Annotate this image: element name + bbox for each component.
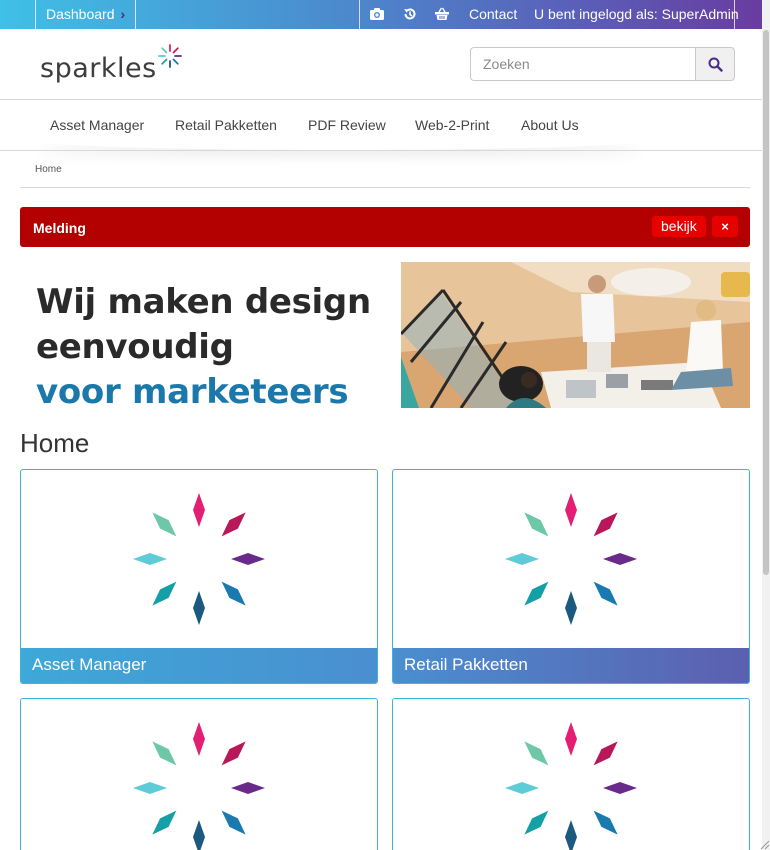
nav-item-about-us[interactable]: About Us <box>521 117 579 133</box>
tile-3[interactable] <box>20 698 378 850</box>
search-bar <box>470 47 735 81</box>
nav-item-asset-manager[interactable]: Asset Manager <box>50 117 144 133</box>
dashboard-link[interactable]: Dashboard › <box>46 0 125 29</box>
topbar-divider <box>734 0 735 29</box>
tile-label: Asset Manager <box>21 648 377 683</box>
sparkle-star-icon <box>158 44 182 68</box>
tile-asset-manager[interactable]: Asset Manager <box>20 469 378 684</box>
sparkle-burst-icon <box>133 493 265 625</box>
page-scrollbar[interactable] <box>762 0 770 850</box>
basket-icon[interactable] <box>434 6 450 22</box>
page-title: Home <box>20 428 90 458</box>
nav-item-pdf-review[interactable]: PDF Review <box>308 117 386 133</box>
dashboard-label: Dashboard <box>46 6 115 22</box>
hero-line-1: Wij maken design <box>36 282 371 322</box>
logged-in-user[interactable]: U bent ingelogd als: SuperAdmin <box>534 0 739 29</box>
top-bar: Dashboard › Contact U bent ingelogd als: … <box>0 0 770 29</box>
scrollbar-thumb[interactable] <box>763 30 769 575</box>
topbar-divider <box>135 0 136 29</box>
notification-title: Melding <box>33 220 86 236</box>
topbar-divider <box>35 0 36 29</box>
hero-office-photo <box>401 262 750 408</box>
hero-line-2: eenvoudig <box>36 327 234 367</box>
logo-text: sparkles <box>40 53 157 84</box>
tile-4[interactable] <box>392 698 750 850</box>
chevron-right-icon: › <box>120 6 126 22</box>
sparkle-burst-icon <box>505 722 637 850</box>
nav-item-retail-pakketten[interactable]: Retail Pakketten <box>175 117 277 133</box>
camera-icon[interactable] <box>369 6 385 22</box>
site-header: sparkles <box>0 29 762 100</box>
history-icon[interactable] <box>402 6 418 22</box>
search-button[interactable] <box>695 47 735 81</box>
hero-tagline: Wij maken design eenvoudig voor marketee… <box>36 280 371 415</box>
breadcrumb-home[interactable]: Home <box>35 164 62 175</box>
sparkle-burst-icon <box>133 722 265 850</box>
sparkle-burst-icon <box>505 493 637 625</box>
hero-line-3: voor marketeers <box>36 372 349 412</box>
close-notification-button[interactable]: × <box>712 216 738 237</box>
tile-retail-pakketten[interactable]: Retail Pakketten <box>392 469 750 684</box>
main-nav: Asset Manager Retail Pakketten PDF Revie… <box>0 100 762 151</box>
breadcrumb: Home <box>20 151 750 188</box>
topbar-divider <box>359 0 360 29</box>
notification-bar: Melding bekijk × <box>20 207 750 247</box>
search-input[interactable] <box>470 47 696 81</box>
contact-link[interactable]: Contact <box>469 0 517 29</box>
resize-grip-icon[interactable] <box>758 838 770 850</box>
search-icon <box>708 57 723 72</box>
nav-item-web-2-print[interactable]: Web-2-Print <box>415 117 489 133</box>
tile-label: Retail Pakketten <box>393 648 749 683</box>
view-notification-button[interactable]: bekijk <box>652 216 706 237</box>
